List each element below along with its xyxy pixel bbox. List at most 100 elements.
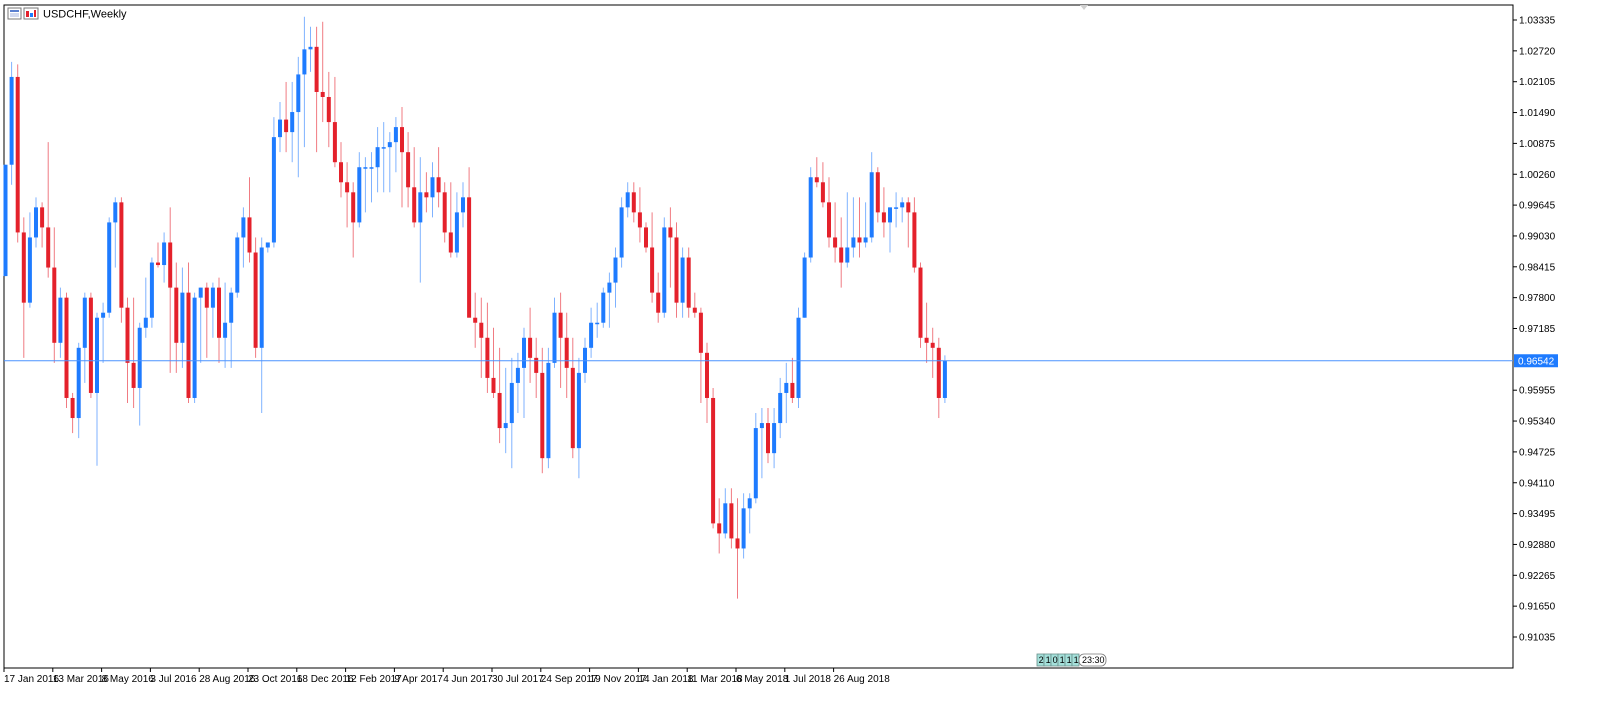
candle-body [540,372,545,459]
candle-body [534,357,539,373]
candle-body [869,172,874,238]
candle-body [705,352,709,398]
candle [15,64,20,243]
candle-body [76,347,81,419]
timer-cell-text: 1 [1074,655,1079,665]
candle [711,387,716,529]
candle-body [375,147,380,168]
candle [253,237,258,358]
candle-body [528,337,533,358]
candle [149,257,154,328]
candle-body [552,312,557,363]
candle-body [723,503,728,534]
time-tick-label: 9 Apr 2017 [394,674,443,685]
candle-body [461,197,465,213]
candle [802,252,807,318]
candle-body [308,46,313,50]
candle-body [290,112,295,133]
candle-body [204,287,209,308]
price-tick-label: 0.92265 [1519,571,1556,582]
price-tick-label: 0.99030 [1519,231,1556,242]
candle-body [64,297,69,398]
candle-body [241,217,246,238]
price-tick-label: 1.01490 [1519,108,1556,119]
candle [235,232,240,298]
price-tick-label: 0.98415 [1519,262,1556,273]
candle-body [235,237,240,293]
candle [619,197,624,268]
candle [796,307,801,409]
candle-body [448,232,453,253]
candle-body [278,119,282,138]
candle-body [753,428,758,499]
candle-body [686,257,691,308]
price-tick-label: 0.95955 [1519,386,1556,397]
candle-body [888,207,892,223]
candle-body [473,317,478,323]
candle-body [570,367,575,449]
bar-timer: 2 1 0 1 1 1 23:30 [1036,653,1107,667]
candle-body [930,342,935,348]
candle-body [778,392,783,424]
candle-body [320,91,325,97]
candle [601,287,606,328]
candle-body [918,267,923,338]
candle-body [863,237,868,243]
candle-body [332,122,337,163]
candle [64,292,69,409]
candle-body [259,247,264,348]
candle-body [180,292,185,343]
candle-body [381,147,386,149]
candle-body [82,297,87,348]
candle [808,167,813,263]
candle-body [772,423,777,454]
candle-body [131,362,136,388]
candle-body [522,337,526,368]
candle [546,347,551,469]
candle-body [662,227,667,313]
candle-body [674,237,679,303]
candle-body [717,523,722,534]
candle-body [168,242,173,288]
candle-body [95,317,99,393]
candle-body [698,312,703,353]
candle-body [711,397,716,524]
candle [119,197,124,323]
candle-body [576,372,581,449]
candle-body [894,207,899,209]
candle-body [174,287,179,343]
timer-cell-text: 2 [1039,655,1044,665]
price-tick-label: 1.00260 [1519,170,1556,181]
time-tick-label: 14 Jan 2018 [638,674,693,685]
candle-body [595,322,600,325]
chart-title-block: USDCHF,Weekly [7,7,127,21]
price-tick-label: 0.97800 [1519,293,1556,304]
timer-cell-text: 1 [1046,655,1051,665]
candle-body [21,232,26,303]
candle-body [217,287,221,338]
candle-body [942,360,947,398]
candle-body [412,187,417,223]
candle-body [34,207,38,238]
candle-body [851,237,856,248]
candle-body [351,192,356,223]
candle-body [802,257,807,318]
candle-body [229,292,234,323]
candle-body [564,337,569,368]
candle-body [393,127,398,143]
time-tick-label: 30 Jul 2017 [492,674,544,685]
candle-body [454,212,459,253]
time-tick-label: 17 Jan 2016 [4,674,59,685]
candle-body [467,197,472,318]
candle-body [387,142,392,148]
candle-body [125,307,130,363]
price-tick-label: 1.03335 [1519,16,1556,27]
candle-body [192,297,197,398]
price-tick-label: 1.00875 [1519,139,1556,150]
candle-body [857,237,862,243]
candle-body [589,322,594,348]
candle-body [149,262,154,318]
candle-body [210,287,215,308]
chart-title: USDCHF,Weekly [43,9,127,21]
candle-body [784,382,789,393]
